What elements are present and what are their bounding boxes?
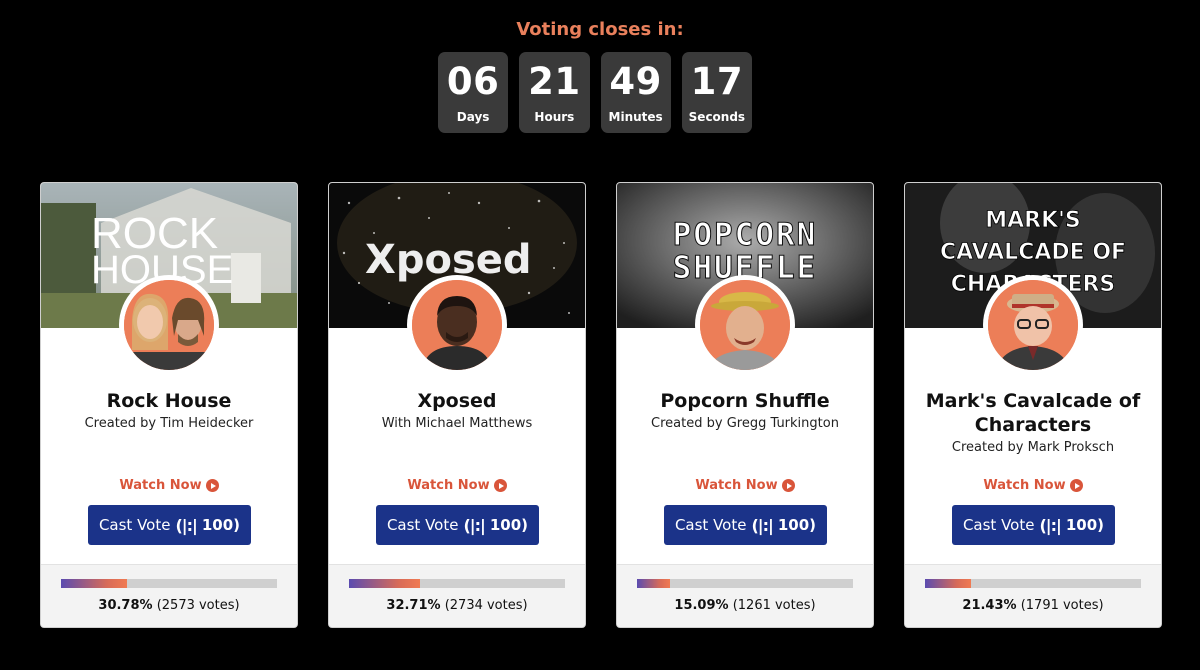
- cast-vote-button[interactable]: Cast Vote (|:| 100): [376, 505, 539, 545]
- countdown-hours: 21 Hours: [519, 52, 590, 133]
- vote-results: 15.09% (1261 votes): [617, 564, 873, 627]
- vote-progress-bar: [925, 579, 1141, 588]
- vote-summary: 32.71% (2734 votes): [329, 598, 585, 613]
- cast-vote-label: Cast Vote: [98, 516, 171, 534]
- banner-text: CAVALCADE OF: [940, 240, 1126, 265]
- vote-progress-bar: [61, 579, 277, 588]
- show-title: Xposed: [417, 390, 497, 412]
- show-title: Mark's Cavalcade of Characters: [925, 390, 1141, 436]
- play-circle-icon: [781, 479, 795, 492]
- countdown-label: Hours: [534, 110, 575, 124]
- coin-icon: (|:|: [751, 515, 773, 535]
- show-title: Popcorn Shuffle: [660, 390, 830, 412]
- countdown-value: 06: [446, 60, 500, 103]
- vote-progress-bar: [349, 579, 565, 588]
- watch-now-label: Watch Now: [407, 478, 490, 493]
- show-card-marks-cavalcade: MARK'S CAVALCADE OF CHARACTERS Mark's Ca…: [904, 182, 1162, 628]
- vote-cost: 100): [777, 516, 817, 534]
- countdown-days: 06 Days: [438, 52, 509, 133]
- vote-count: (2734 votes): [444, 598, 528, 613]
- coin-icon: (|:|: [463, 515, 485, 535]
- avatar: [983, 275, 1083, 375]
- vote-summary: 15.09% (1261 votes): [617, 598, 873, 613]
- watch-now-label: Watch Now: [119, 478, 202, 493]
- countdown-label: Days: [456, 110, 490, 124]
- countdown-label: Minutes: [608, 110, 663, 124]
- watch-now-link[interactable]: Watch Now: [329, 478, 585, 493]
- watch-now-link[interactable]: Watch Now: [905, 478, 1161, 493]
- show-creator: Created by Gregg Turkington: [651, 416, 839, 431]
- vote-percent: 32.71%: [386, 598, 441, 613]
- cast-vote-label: Cast Vote: [674, 516, 747, 534]
- banner-text: POPCORN: [673, 217, 818, 253]
- vote-count: (1791 votes): [1020, 598, 1104, 613]
- avatar: [695, 275, 795, 375]
- vote-cost: 100): [201, 516, 241, 534]
- show-creator: Created by Mark Proksch: [951, 440, 1115, 455]
- cast-vote-button[interactable]: Cast Vote (|:| 100): [664, 505, 827, 545]
- vote-percent: 30.78%: [98, 598, 153, 613]
- play-circle-icon: [205, 479, 219, 492]
- watch-now-label: Watch Now: [983, 478, 1066, 493]
- countdown-seconds: 17 Seconds: [681, 52, 752, 133]
- avatar: [407, 275, 507, 375]
- countdown-value: 17: [690, 60, 744, 103]
- vote-cost: 100): [1065, 516, 1105, 534]
- show-title: Rock House: [106, 390, 232, 412]
- cast-vote-label: Cast Vote: [386, 516, 459, 534]
- show-creator: With Michael Matthews: [381, 416, 533, 431]
- vote-summary: 21.43% (1791 votes): [905, 598, 1161, 613]
- show-creator: Created by Tim Heidecker: [84, 416, 254, 431]
- play-circle-icon: [1069, 479, 1083, 492]
- show-card-xposed: Xposed Xposed With Michael Matthews Watc…: [328, 182, 586, 628]
- vote-progress-fill: [349, 579, 420, 588]
- vote-percent: 21.43%: [962, 598, 1017, 613]
- vote-progress-fill: [61, 579, 128, 588]
- vote-count: (1261 votes): [732, 598, 816, 613]
- cast-vote-button[interactable]: Cast Vote (|:| 100): [952, 505, 1115, 545]
- show-card-rock-house: ROCK HOUSE Rock House Created by Tim Hei…: [40, 182, 298, 628]
- coin-icon: (|:|: [175, 515, 197, 535]
- cast-vote-label: Cast Vote: [962, 516, 1035, 534]
- vote-cost: 100): [489, 516, 529, 534]
- vote-progress-bar: [637, 579, 853, 588]
- vote-results: 30.78% (2573 votes): [41, 564, 297, 627]
- countdown-value: 49: [609, 60, 662, 103]
- banner-text: MARK'S: [985, 208, 1081, 233]
- vote-count: (2573 votes): [156, 598, 240, 613]
- vote-results: 21.43% (1791 votes): [905, 564, 1161, 627]
- vote-summary: 30.78% (2573 votes): [41, 598, 297, 613]
- countdown-value: 21: [528, 60, 581, 103]
- countdown-title: Voting closes in:: [516, 19, 684, 40]
- vote-percent: 15.09%: [674, 598, 729, 613]
- cast-vote-button[interactable]: Cast Vote (|:| 100): [88, 505, 251, 545]
- vote-results: 32.71% (2734 votes): [329, 564, 585, 627]
- watch-now-label: Watch Now: [695, 478, 778, 493]
- vote-progress-fill: [637, 579, 670, 588]
- play-circle-icon: [493, 479, 507, 492]
- watch-now-link[interactable]: Watch Now: [41, 478, 297, 493]
- coin-icon: (|:|: [1039, 515, 1061, 535]
- show-card-popcorn-shuffle: POPCORN SHUFFLE Popcorn Shuffle Created …: [616, 182, 874, 628]
- countdown-timer: 06 Days 21 Hours 49 Minutes 17 Seconds: [438, 52, 752, 133]
- countdown-label: Seconds: [688, 110, 746, 124]
- vote-progress-fill: [925, 579, 972, 588]
- watch-now-link[interactable]: Watch Now: [617, 478, 873, 493]
- countdown-minutes: 49 Minutes: [600, 52, 671, 133]
- avatar: [119, 275, 219, 375]
